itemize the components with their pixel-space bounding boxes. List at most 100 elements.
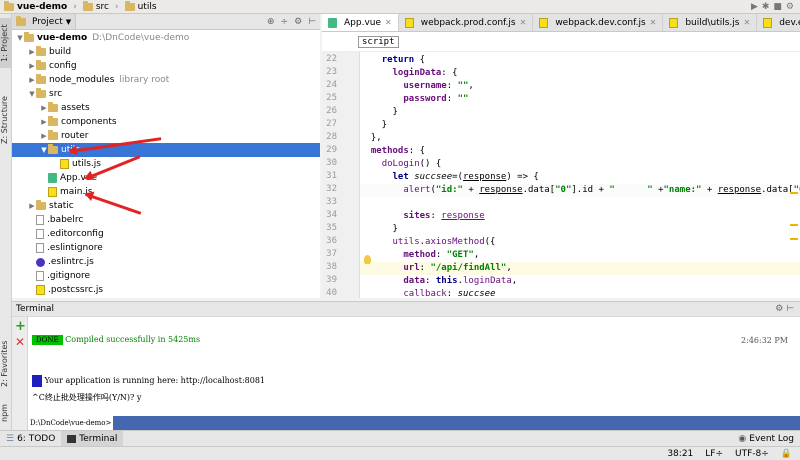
tree-item[interactable]: ▶ router — [12, 129, 320, 143]
folder-icon — [36, 74, 46, 84]
lightbulb-icon[interactable] — [364, 255, 371, 264]
tree-item[interactable]: .editorconfig — [12, 227, 320, 241]
debug-icon[interactable]: ✱ — [762, 2, 770, 12]
tree-item[interactable]: ▶ static — [12, 199, 320, 213]
tree-item[interactable]: ▶ node_modules library root — [12, 73, 320, 87]
terminal-line-running: Your application is running here: http:/… — [32, 375, 265, 387]
project-tool-tab[interactable]: 1: Project — [0, 18, 12, 68]
close-tab-icon[interactable]: ✕ — [520, 18, 527, 27]
terminal-output[interactable]: DONE Compiled successfully in 5425ms 2:4… — [28, 317, 800, 430]
structure-tool-tab[interactable]: Z: Structure — [0, 90, 12, 150]
project-view-selector[interactable]: Project ▼ — [12, 14, 77, 29]
warning-marker[interactable] — [790, 238, 798, 240]
chevron-right-icon[interactable]: ▶ — [28, 62, 36, 70]
sync-icon[interactable]: ⊕ — [267, 17, 275, 27]
line-number: 24 — [326, 80, 337, 90]
tree-item[interactable]: .babelrc — [12, 213, 320, 227]
file-encoding[interactable]: UTF-8÷ — [735, 449, 769, 459]
chevron-right-icon[interactable]: ▶ — [40, 104, 48, 112]
tree-item[interactable]: ▶ build — [12, 45, 320, 59]
code-line: password: "" — [403, 94, 469, 104]
cursor-position[interactable]: 38:21 — [667, 449, 693, 459]
tree-item[interactable]: ▼ src — [12, 87, 320, 101]
breadcrumb-src[interactable]: src — [79, 0, 113, 14]
stop-icon[interactable]: ■ — [773, 2, 782, 12]
chevron-right-icon[interactable]: ▶ — [28, 202, 36, 210]
tree-item[interactable]: ▼ vue-demo D:\DnCode\vue-demo — [12, 31, 320, 45]
close-tab-icon[interactable]: ✕ — [743, 18, 750, 27]
collapse-icon[interactable]: ÷ — [281, 17, 289, 27]
terminal-header: Terminal ⚙ ⊢ — [12, 301, 800, 317]
chevron-right-icon[interactable]: ▶ — [40, 132, 48, 140]
chevron-down-icon[interactable]: ▼ — [16, 34, 24, 42]
chevron-right-icon[interactable]: ▶ — [28, 48, 36, 56]
tree-item[interactable]: App.vue — [12, 171, 320, 185]
code-line: doLogin() { — [381, 159, 442, 169]
chevron-right-icon[interactable]: ▶ — [28, 76, 36, 84]
tree-item[interactable]: ▶ components — [12, 115, 320, 129]
editor-tab[interactable]: build\utils.js ✕ — [663, 14, 758, 31]
tree-item[interactable]: utils.js — [12, 157, 320, 171]
chevron-down-icon: ▼ — [65, 17, 72, 26]
tree-item[interactable]: ▶ config — [12, 59, 320, 73]
left-tool-strip: 1: Project Z: Structure 2: Favorites npm — [0, 14, 12, 430]
editor-tab[interactable]: App.vue ✕ — [322, 14, 399, 31]
terminal-settings-icon[interactable]: ⚙ ⊢ — [775, 304, 794, 314]
lock-icon[interactable]: 🔒 — [781, 449, 792, 459]
terminal-controls: + ✕ — [12, 317, 28, 430]
line-number: 40 — [326, 288, 337, 298]
editor-breadcrumb: script — [322, 32, 800, 52]
tree-item[interactable]: main.js — [12, 185, 320, 199]
close-tab-icon[interactable]: ✕ — [650, 18, 657, 27]
hide-icon[interactable]: ⊢ — [308, 17, 316, 27]
terminal-tab[interactable]: Terminal — [61, 431, 124, 446]
chevron-down-icon[interactable]: ▼ — [40, 146, 48, 154]
tree-item[interactable]: .gitignore — [12, 269, 320, 283]
line-number: 31 — [326, 171, 337, 181]
tree-item[interactable]: .eslintrc.js — [12, 255, 320, 269]
gear-icon[interactable]: ⚙ — [294, 17, 302, 27]
tree-item-hint: library root — [119, 75, 170, 85]
new-session-icon[interactable]: + — [15, 319, 26, 334]
editor-tab[interactable]: dev.env.js✕ — [757, 14, 800, 31]
chevron-right-icon: › — [114, 1, 119, 12]
script-tag-crumb[interactable]: script — [358, 36, 399, 48]
editor-tab[interactable]: webpack.prod.conf.js ✕ — [399, 14, 534, 31]
line-number: 25 — [326, 93, 337, 103]
tree-item[interactable]: .eslintignore — [12, 241, 320, 255]
tree-item-label: .editorconfig — [47, 229, 104, 239]
npm-tool-tab[interactable]: npm — [0, 402, 12, 424]
editor-tab[interactable]: webpack.dev.conf.js ✕ — [533, 14, 664, 31]
terminal-time: 2:46:32 PM — [741, 336, 788, 345]
settings-icon[interactable]: ⚙ — [786, 2, 794, 12]
line-number-gutter: 2223242526272829303132333435363738394041 — [322, 52, 360, 311]
folder-icon — [48, 116, 58, 126]
file-icon — [36, 229, 44, 239]
warning-marker[interactable] — [790, 224, 798, 226]
js-icon — [60, 159, 69, 169]
chevron-right-icon[interactable]: ▶ — [40, 118, 48, 126]
todo-tab[interactable]: ☰ 6: TODO — [0, 431, 61, 446]
close-session-icon[interactable]: ✕ — [15, 335, 25, 349]
breadcrumb-project[interactable]: vue-demo — [0, 0, 71, 14]
terminal-input-line[interactable]: D:\DnCode\vue-demo> — [28, 416, 800, 430]
tree-item[interactable]: ▼utils — [12, 143, 320, 157]
event-log-tab[interactable]: ◉ Event Log — [732, 431, 800, 446]
tree-item[interactable]: .postcssrc.js — [12, 283, 320, 297]
code-line: utils.axiosMethod({ — [392, 237, 496, 247]
tree-item[interactable]: ▶ assets — [12, 101, 320, 115]
js-file-icon — [669, 17, 679, 28]
chevron-down-icon[interactable]: ▼ — [28, 90, 36, 98]
favorites-tool-tab[interactable]: 2: Favorites — [0, 336, 12, 392]
code-editor[interactable]: return { loginData: { username: "", pass… — [360, 52, 800, 298]
close-tab-icon[interactable]: ✕ — [385, 18, 392, 27]
terminal-line-prompt: ^C终止批处理操作吗(Y/N)? y — [32, 393, 142, 402]
run-icon[interactable]: ▶ — [751, 2, 758, 12]
warning-marker[interactable] — [790, 192, 798, 194]
tree-item-label: .postcssrc.js — [48, 285, 104, 295]
code-line: } — [360, 120, 388, 130]
line-number: 34 — [326, 210, 337, 220]
tree-item-label: assets — [61, 103, 90, 113]
line-separator[interactable]: LF÷ — [705, 449, 723, 459]
breadcrumb-utils[interactable]: utils — [121, 0, 161, 14]
